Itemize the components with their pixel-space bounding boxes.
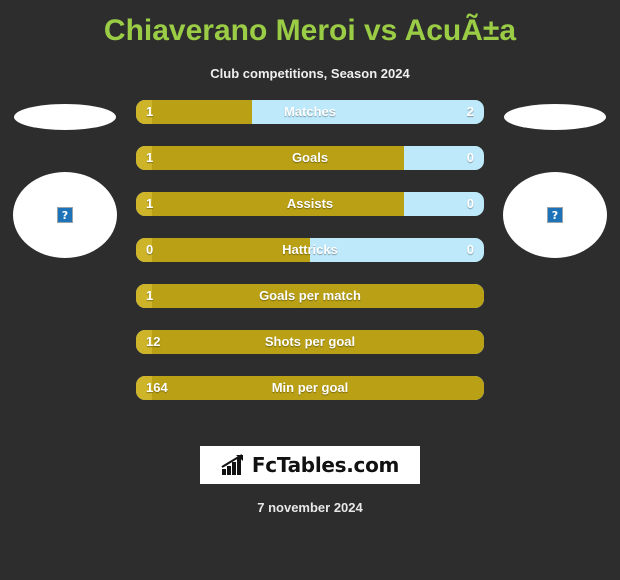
stat-away-value: 0 (466, 150, 474, 165)
stat-label: Hattricks (282, 242, 338, 257)
fctables-logo[interactable]: FcTables.com (200, 446, 420, 484)
comparison-body: ? 1 Matches 2 1 Goals 0 1 Assists 0 0 Hattricks 0 1 G… (0, 100, 620, 410)
stat-away-value: 0 (466, 242, 474, 257)
broken-image-icon: ? (547, 207, 563, 223)
stat-label: Assists (286, 196, 334, 211)
home-player-avatar: ? (13, 172, 117, 258)
away-player-avatar: ? (503, 172, 607, 258)
away-player-column: ? (490, 100, 620, 400)
stat-away-value: 0 (466, 196, 474, 211)
snapshot-date: 7 november 2024 (257, 500, 363, 515)
stat-label: Goals (291, 150, 329, 165)
away-team-badge (504, 104, 606, 130)
stat-label: Goals per match (259, 288, 361, 303)
stat-label: Min per goal (271, 380, 349, 395)
stat-bar-row: 1 Matches 2 (136, 100, 484, 124)
stat-bar-row: 1 Goals 0 (136, 146, 484, 170)
stat-bar-row: 1 Goals per match (136, 284, 484, 308)
stats-bar-list: 1 Matches 2 1 Goals 0 1 Assists 0 0 Hattricks 0 1 Goa… (136, 100, 484, 422)
stat-bar-row: 1 Assists 0 (136, 192, 484, 216)
page-subtitle: Club competitions, Season 2024 (210, 66, 410, 81)
stat-label: Shots per goal (264, 334, 356, 349)
page-title: Chiaverano Meroi vs AcuÃ±a (103, 14, 517, 47)
home-team-badge (14, 104, 116, 130)
fctables-logo-text: FcTables.com (251, 453, 400, 477)
bar-chart-icon (221, 454, 243, 475)
broken-image-icon: ? (57, 207, 73, 223)
stat-away-value: 2 (466, 104, 474, 119)
stat-bar-row: 0 Hattricks 0 (136, 238, 484, 262)
stat-bar-row: 12 Shots per goal (136, 330, 484, 354)
stat-bar-row: 164 Min per goal (136, 376, 484, 400)
stat-label: Matches (283, 104, 337, 119)
page-header: Chiaverano Meroi vs AcuÃ±a Club competit… (0, 0, 620, 82)
home-player-column: ? (0, 100, 130, 400)
comparison-page: { "header": { "title": "Chiaverano Meroi… (0, 0, 620, 580)
